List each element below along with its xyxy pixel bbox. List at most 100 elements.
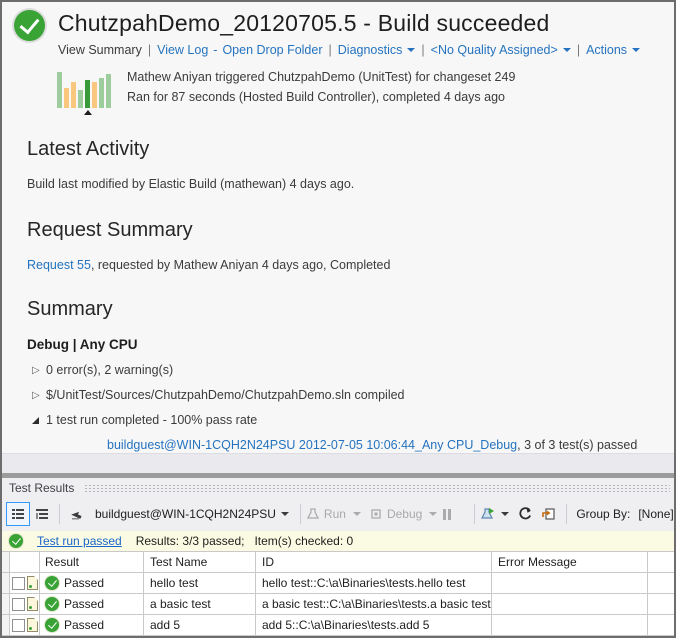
export-results-button[interactable] bbox=[537, 502, 561, 526]
test-results-grid: Result Test Name ID Error Message Passed… bbox=[2, 552, 674, 636]
build-history-chart bbox=[57, 70, 113, 108]
row-filler-cell bbox=[648, 615, 674, 635]
chevron-down-icon bbox=[353, 512, 361, 516]
build-history-bar[interactable] bbox=[92, 82, 97, 108]
request-summary-heading: Request Summary bbox=[27, 219, 674, 242]
build-history-bar[interactable] bbox=[78, 90, 83, 108]
errors-warnings-item: 0 error(s), 2 warning(s) bbox=[46, 363, 173, 377]
nav-actions-dropdown[interactable]: Actions bbox=[586, 43, 627, 57]
flat-list-icon bbox=[10, 506, 26, 522]
table-row[interactable]: Passed add 5 add 5::C:\a\Binaries\tests.… bbox=[2, 615, 674, 636]
group-by-dropdown[interactable]: [None] bbox=[638, 507, 673, 521]
flat-list-view-button[interactable] bbox=[6, 502, 30, 526]
nav-diagnostics-dropdown[interactable]: Diagnostics bbox=[338, 43, 403, 57]
table-row[interactable]: Passed a basic test a basic test::C:\a\B… bbox=[2, 594, 674, 615]
nav-view-summary[interactable]: View Summary bbox=[58, 43, 142, 57]
column-header-result[interactable]: Result bbox=[40, 552, 144, 572]
test-run-link[interactable]: buildguest@WIN-1CQH2N24PSU 2012-07-05 10… bbox=[107, 438, 517, 452]
test-name-cell: add 5 bbox=[144, 615, 256, 635]
build-summary-window: ChutzpahDemo_20120705.5 - Build succeede… bbox=[0, 0, 676, 638]
run-after-build-dropdown[interactable] bbox=[480, 506, 509, 522]
summary-heading: Summary bbox=[27, 298, 674, 321]
pause-button-disabled[interactable] bbox=[443, 509, 451, 520]
nav-view-log-link[interactable]: View Log bbox=[157, 43, 208, 57]
chevron-down-icon bbox=[563, 48, 571, 52]
expander-collapsed-icon[interactable] bbox=[32, 365, 46, 376]
passed-icon bbox=[45, 576, 59, 590]
result-text: Passed bbox=[64, 597, 104, 611]
group-by-label: Group By: bbox=[576, 507, 630, 521]
request-summary-body: Request 55, requested by Mathew Aniyan 4… bbox=[27, 258, 674, 272]
solution-compiled-item: $/UnitTest/Sources/ChutzpahDemo/Chutzpah… bbox=[46, 388, 405, 402]
test-run-completed-item: 1 test run completed - 100% pass rate bbox=[46, 413, 257, 427]
run-after-build-icon bbox=[480, 506, 496, 522]
column-header-test-name[interactable]: Test Name bbox=[144, 552, 256, 572]
row-selector[interactable] bbox=[2, 594, 10, 614]
build-history-bar[interactable] bbox=[99, 78, 104, 108]
test-id-cell: add 5::C:\a\Binaries\tests.add 5 bbox=[256, 615, 492, 635]
run-button-disabled[interactable]: Run bbox=[306, 507, 361, 521]
toolbar-separator bbox=[474, 504, 475, 524]
result-cell: Passed bbox=[40, 573, 144, 593]
build-nav: View Summary | View Log - Open Drop Fold… bbox=[58, 43, 640, 57]
error-message-cell bbox=[492, 573, 648, 593]
passed-icon bbox=[45, 597, 59, 611]
row-checkbox[interactable] bbox=[12, 598, 25, 611]
expander-collapsed-icon[interactable] bbox=[32, 390, 46, 401]
test-run-passed-icon bbox=[9, 534, 23, 548]
build-history-bar[interactable] bbox=[57, 72, 62, 108]
request-55-link[interactable]: Request 55 bbox=[27, 258, 91, 272]
latest-activity-body: Build last modified by Elastic Build (ma… bbox=[27, 177, 674, 191]
refresh-icon bbox=[517, 506, 533, 522]
test-runner-dropdown[interactable]: buildguest@WIN-1CQH2N24PSU bbox=[89, 504, 295, 524]
row-checkbox[interactable] bbox=[12, 577, 25, 590]
row-checkbox[interactable] bbox=[12, 619, 25, 632]
build-summary-document: ChutzpahDemo_20120705.5 - Build succeede… bbox=[2, 2, 674, 453]
chevron-down-icon bbox=[429, 512, 437, 516]
test-file-icon bbox=[27, 597, 38, 611]
nav-separator: | bbox=[577, 43, 580, 57]
debug-button-disabled[interactable]: Debug bbox=[369, 507, 437, 521]
header-checkbox-cell bbox=[10, 552, 40, 572]
title-bar-grip-dots bbox=[84, 484, 670, 493]
latest-activity-heading: Latest Activity bbox=[27, 138, 674, 161]
debug-label: Debug bbox=[387, 507, 422, 521]
column-header-error-message[interactable]: Error Message bbox=[492, 552, 648, 572]
hierarchy-list-icon bbox=[34, 506, 50, 522]
run-label: Run bbox=[324, 507, 346, 521]
row-filler-cell bbox=[648, 573, 674, 593]
hierarchy-view-button[interactable] bbox=[30, 502, 54, 526]
expander-expanded-icon[interactable] bbox=[32, 417, 46, 424]
chevron-down-icon bbox=[501, 512, 509, 516]
playlist-button[interactable] bbox=[65, 502, 89, 526]
build-history-bar[interactable] bbox=[85, 80, 90, 108]
test-run-passed-link[interactable]: Test run passed bbox=[37, 534, 122, 548]
nav-quality-dropdown[interactable]: <No Quality Assigned> bbox=[431, 43, 558, 57]
build-history-bar[interactable] bbox=[71, 82, 76, 108]
build-header: ChutzpahDemo_20120705.5 - Build succeede… bbox=[2, 2, 674, 57]
chevron-down-icon bbox=[407, 48, 415, 52]
results-summary-text: Results: 3/3 passed; bbox=[136, 534, 245, 548]
build-history-bar[interactable] bbox=[106, 74, 111, 108]
test-results-title-bar[interactable]: Test Results bbox=[2, 478, 674, 497]
row-check-cell bbox=[10, 573, 40, 593]
table-row[interactable]: Passed hello test hello test::C:\a\Binar… bbox=[2, 573, 674, 594]
row-selector[interactable] bbox=[2, 615, 10, 635]
group-by-control: Group By: [None] bbox=[576, 507, 673, 521]
result-text: Passed bbox=[64, 618, 104, 632]
test-run-rest: , 3 of 3 test(s) passed bbox=[517, 438, 637, 452]
items-checked-text: Item(s) checked: 0 bbox=[254, 534, 353, 548]
build-succeeded-check-icon bbox=[14, 10, 45, 41]
row-check-cell bbox=[10, 615, 40, 635]
document-scroll-gutter bbox=[2, 453, 674, 473]
nav-separator: | bbox=[421, 43, 424, 57]
summary-tree: 0 error(s), 2 warning(s) $/UnitTest/Sour… bbox=[27, 363, 674, 453]
build-history-bar[interactable] bbox=[64, 88, 69, 108]
row-selector[interactable] bbox=[2, 573, 10, 593]
build-configuration: Debug | Any CPU bbox=[27, 337, 674, 352]
nav-open-drop-folder-link[interactable]: Open Drop Folder bbox=[222, 43, 322, 57]
header-filler-cell bbox=[648, 552, 674, 572]
refresh-button[interactable] bbox=[513, 502, 537, 526]
nav-separator: | bbox=[329, 43, 332, 57]
column-header-id[interactable]: ID bbox=[256, 552, 492, 572]
